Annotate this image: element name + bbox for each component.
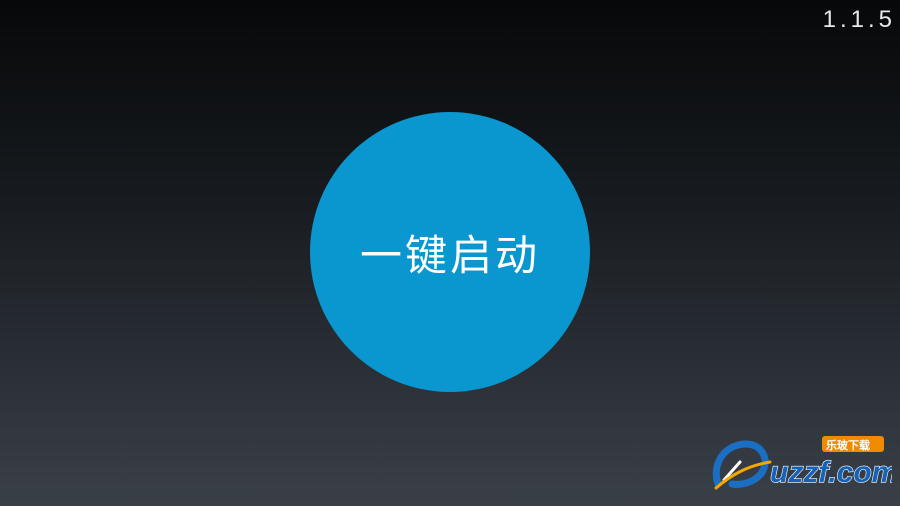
one-click-launch-button[interactable]: 一键启动	[310, 112, 590, 392]
uzzf-watermark-logo: uzzf.com 乐玻下载	[710, 436, 899, 494]
launch-button-label: 一键启动	[359, 230, 540, 280]
logo-text: uzzf.com	[770, 456, 892, 489]
logo-tagline: 乐玻下载	[826, 438, 870, 452]
version-label: 1.1.5	[822, 6, 896, 33]
uzzf-logo-icon: uzzf.com 乐玻下载	[712, 436, 899, 490]
